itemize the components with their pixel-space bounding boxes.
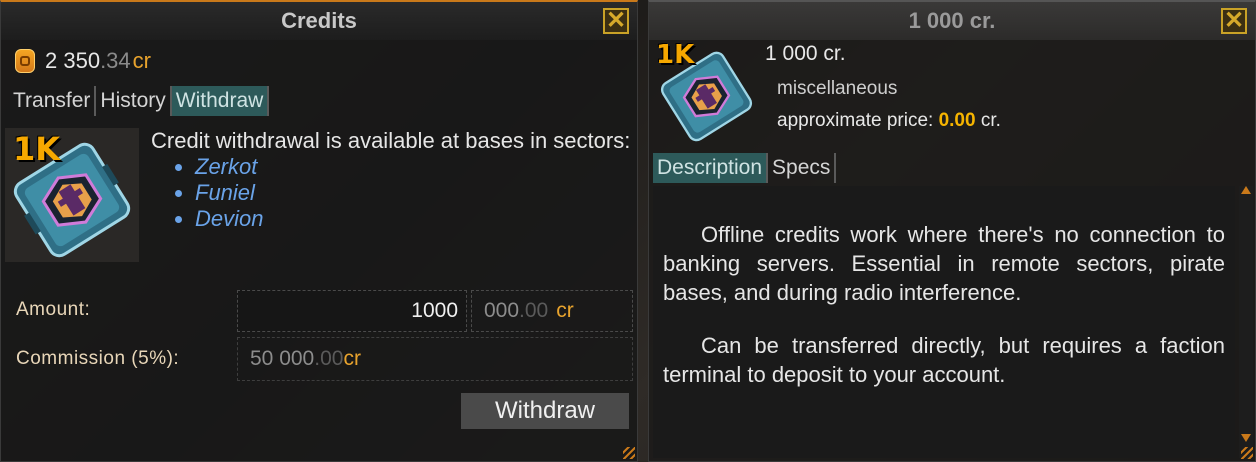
amount-label: Amount: [16,299,91,320]
commission-decimal: .00 [314,347,344,370]
credits-tabs: Transfer History Withdraw [9,86,270,116]
description-scrollbar[interactable] [1239,186,1253,458]
amount-total-currency: cr [556,299,574,322]
coin-icon [15,49,35,73]
balance-display: 2 350 .34 cr [15,48,151,74]
scroll-up-icon[interactable] [1241,186,1251,194]
item-details-window: 1 000 cr. ✕ 1K 1 000 cr. miscellaneous a… [648,0,1256,462]
window-title: Credits [281,8,357,33]
item-price: approximate price: 0.00 cr. [777,110,1001,132]
tab-specs[interactable]: Specs [768,153,837,183]
tab-description[interactable]: Description [653,153,769,183]
commission-main: 50 000 [250,347,315,370]
price-label: approximate price: [777,110,934,131]
withdraw-button[interactable]: Withdraw [461,393,629,429]
item-titlebar[interactable]: 1 000 cr. ✕ [649,2,1255,40]
item-image: 1K [654,40,759,145]
sector-link-devion[interactable]: Devion [195,206,631,232]
description-text: Offline credits work where there's no co… [653,186,1235,389]
amount-total-decimal: .00 [519,299,549,322]
tab-history[interactable]: History [96,86,172,116]
commission-label: Commission (5%): [16,348,180,369]
amount-total: 000 .00 cr [471,290,633,332]
description-paragraph: Can be transferred directly, but require… [663,333,1225,387]
scroll-down-icon[interactable] [1241,434,1251,442]
amount-total-main: 000 [484,299,520,322]
price-value: 0.00 [938,110,976,131]
balance-decimal: .34 [100,48,131,73]
item-category: miscellaneous [777,78,898,99]
resize-grip-icon[interactable] [1241,447,1253,459]
sector-link-funiel[interactable]: Funiel [195,180,631,206]
tab-transfer[interactable]: Transfer [9,86,97,116]
credits-titlebar[interactable]: Credits ✕ [1,2,637,40]
item-name: 1 000 cr. [765,42,846,65]
tab-withdraw[interactable]: Withdraw [171,86,270,116]
item-window-title: 1 000 cr. [908,8,996,33]
close-icon[interactable]: ✕ [603,8,629,34]
description-panel: Offline credits work where there's no co… [653,186,1235,458]
balance-integer: 2 350 [45,48,101,73]
commission-currency: cr [343,347,361,370]
withdraw-info-text: Credit withdrawal is available at bases … [151,128,631,153]
balance-currency: cr [132,48,151,73]
credits-window: Credits ✕ 2 350 .34 cr Transfer History … [0,0,638,462]
description-paragraph: Offline credits work where there's no co… [663,222,1225,305]
credit-chip-image: 1K [5,128,139,262]
price-currency: cr. [980,110,1001,131]
resize-grip-icon[interactable] [623,447,635,459]
withdraw-info: Credit withdrawal is available at bases … [151,128,631,232]
amount-input[interactable] [237,290,467,332]
sector-link-zerkot[interactable]: Zerkot [195,154,631,180]
close-icon[interactable]: ✕ [1221,8,1247,34]
item-tabs: Description Specs [653,153,837,183]
sector-list: Zerkot Funiel Devion [151,154,631,232]
item-badge: 1K [13,130,61,168]
commission-field: 50 000 .00 cr [237,337,633,381]
item-badge: 1K [656,40,695,70]
